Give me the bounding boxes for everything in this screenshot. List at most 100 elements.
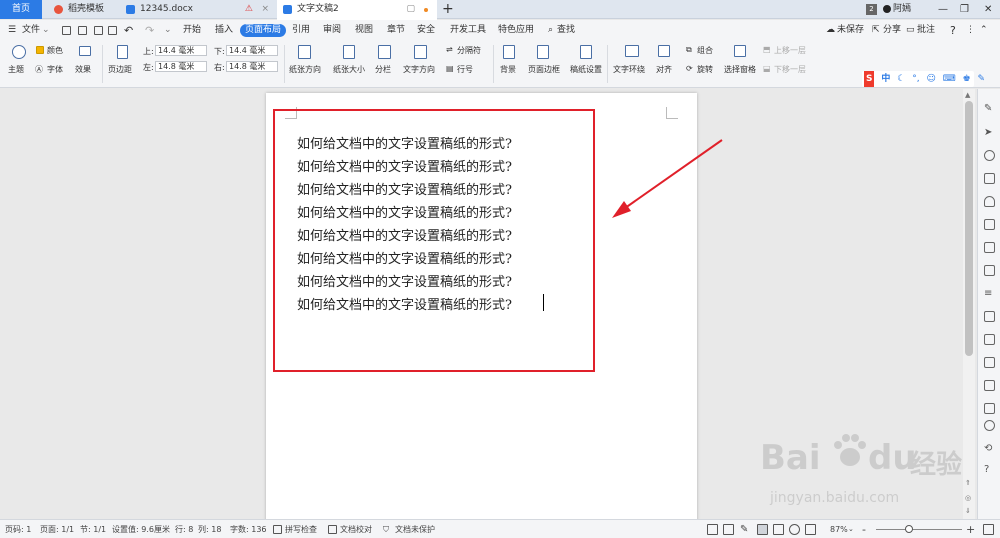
theme-button[interactable]: 主题 — [8, 64, 24, 75]
share-button[interactable]: 分享 — [883, 20, 901, 41]
comment-button[interactable]: 批注 — [917, 20, 935, 41]
menu-view[interactable]: 视图 — [355, 20, 373, 41]
fit-page-icon[interactable] — [983, 524, 994, 535]
status-page[interactable]: 页码: 1 — [5, 520, 31, 538]
location-icon[interactable] — [984, 150, 995, 161]
paper-settings-icon[interactable] — [580, 45, 592, 59]
user-name[interactable]: 阿嫣 — [893, 0, 911, 19]
print-icon[interactable] — [94, 26, 103, 35]
menu-security[interactable]: 安全 — [417, 20, 435, 41]
tab-home[interactable]: 首页 — [0, 0, 42, 19]
text-direction-icon[interactable] — [414, 45, 427, 59]
ime-mode-toggle[interactable]: 中 — [881, 71, 890, 87]
download-icon[interactable] — [984, 420, 995, 431]
group-button[interactable]: 组合 — [697, 45, 713, 56]
rotate-button[interactable]: 旋转 — [697, 64, 713, 75]
sogou-logo[interactable]: S — [864, 71, 875, 87]
columns-icon[interactable] — [378, 45, 391, 59]
redo-icon[interactable]: ↷ — [145, 20, 154, 41]
export-icon[interactable] — [984, 334, 995, 345]
close-window-icon[interactable]: ✕ — [984, 0, 992, 19]
paper-size-button[interactable]: 纸张大小 — [333, 64, 365, 75]
undo-icon[interactable]: ↶ — [124, 20, 133, 41]
send-backward-button[interactable]: 下移一层 — [774, 64, 806, 75]
status-position[interactable]: 设置值: 9.6厘米 — [112, 520, 170, 538]
wrench-icon[interactable]: ✎ — [978, 71, 986, 87]
menu-special[interactable]: 特色应用 — [498, 20, 534, 41]
menu-home[interactable]: 开始 — [183, 20, 201, 41]
chevron-down-icon[interactable]: ⌄ — [848, 520, 854, 538]
new-tab-button[interactable]: + — [442, 0, 454, 19]
menu-developer[interactable]: 开发工具 — [450, 20, 486, 41]
status-section[interactable]: 节: 1/1 — [80, 520, 106, 538]
edit-icon[interactable]: ✎ — [740, 520, 748, 538]
align-icon[interactable] — [658, 45, 670, 57]
adjust-icon[interactable]: ≡ — [984, 288, 995, 299]
background-icon[interactable] — [503, 45, 515, 59]
scroll-up-icon[interactable]: ▲ — [965, 91, 970, 99]
print-preview-icon[interactable] — [108, 26, 117, 35]
margins-icon[interactable] — [117, 45, 128, 59]
grid-icon[interactable] — [984, 242, 995, 253]
bring-forward-button[interactable]: 上移一层 — [774, 45, 806, 56]
line-numbers-button[interactable]: 行号 — [457, 64, 473, 75]
image-icon[interactable] — [984, 311, 995, 322]
tab-12345-docx[interactable]: 12345.docx ⚠ × — [120, 0, 275, 19]
wrap-text-icon[interactable] — [625, 45, 639, 57]
help-button[interactable]: ? — [950, 20, 956, 41]
search-button[interactable]: 查找 — [557, 20, 575, 41]
menu-file[interactable]: 文件 — [22, 20, 40, 41]
reading-view-icon[interactable] — [805, 524, 816, 535]
status-pages[interactable]: 页面: 1/1 — [40, 520, 74, 538]
hamburger-icon[interactable]: ☰ — [8, 20, 16, 41]
font-button[interactable]: 字体 — [47, 64, 63, 75]
menu-references[interactable]: 引用 — [292, 20, 310, 41]
skin-icon[interactable]: ♚ — [963, 71, 971, 87]
tab-document-2[interactable]: 文字文稿2 ▢ — [277, 0, 437, 20]
colors-button[interactable]: 颜色 — [47, 45, 63, 56]
box-icon[interactable] — [984, 380, 995, 391]
scroll-thumb[interactable] — [965, 101, 973, 356]
close-icon[interactable]: × — [261, 0, 269, 19]
zoom-slider-track[interactable] — [876, 529, 962, 530]
fullscreen-icon[interactable] — [707, 524, 718, 535]
save-icon[interactable] — [62, 26, 71, 35]
zoom-level[interactable]: 87% — [830, 520, 848, 538]
paint-icon[interactable] — [984, 196, 995, 207]
minimize-icon[interactable]: — — [938, 0, 948, 19]
history-icon[interactable]: ⟲ — [984, 443, 995, 454]
spell-check-button[interactable]: 拼写检查 — [285, 520, 317, 538]
page-border-button[interactable]: 页面边框 — [528, 64, 560, 75]
help-icon[interactable]: ? — [984, 464, 995, 475]
theme-icon[interactable] — [12, 45, 26, 59]
left-margin-input[interactable]: 14.8 毫米 — [155, 61, 207, 72]
focus-mode-icon[interactable] — [723, 524, 734, 535]
avatar[interactable] — [883, 5, 891, 13]
margins-button[interactable]: 页边距 — [108, 64, 132, 75]
menu-page-layout[interactable]: 页面布局 — [240, 24, 287, 37]
file-icon[interactable] — [984, 403, 995, 414]
shapes-icon[interactable] — [984, 173, 995, 184]
moon-icon[interactable]: ☾ — [897, 71, 905, 87]
zoom-out-button[interactable]: - — [862, 520, 866, 538]
zoom-slider-thumb[interactable] — [905, 525, 913, 533]
paper-settings-button[interactable]: 稿纸设置 — [570, 64, 602, 75]
chevron-down-icon[interactable]: ⌄ — [164, 20, 172, 41]
columns-button[interactable]: 分栏 — [375, 64, 391, 75]
align-button[interactable]: 对齐 — [656, 64, 672, 75]
chevron-down-icon[interactable]: ⌄ — [42, 20, 50, 41]
punctuation-icon[interactable]: °, — [912, 71, 919, 87]
maximize-icon[interactable]: ❐ — [960, 0, 969, 19]
paper-size-icon[interactable] — [343, 45, 355, 59]
background-button[interactable]: 背景 — [500, 64, 516, 75]
page-view-icon[interactable] — [757, 524, 768, 535]
window-count-badge[interactable]: 2 — [866, 4, 877, 15]
protection-status[interactable]: 文档未保护 — [395, 520, 435, 538]
selection-pane-icon[interactable] — [734, 45, 746, 57]
web-view-icon[interactable] — [789, 524, 800, 535]
menu-insert[interactable]: 插入 — [215, 20, 233, 41]
pen-icon[interactable]: ✎ — [984, 103, 995, 114]
bottom-margin-input[interactable]: 14.4 毫米 — [226, 45, 278, 56]
cursor-icon[interactable]: ➤ — [984, 127, 995, 138]
collapse-ribbon-icon[interactable]: ⌃ — [980, 20, 988, 41]
